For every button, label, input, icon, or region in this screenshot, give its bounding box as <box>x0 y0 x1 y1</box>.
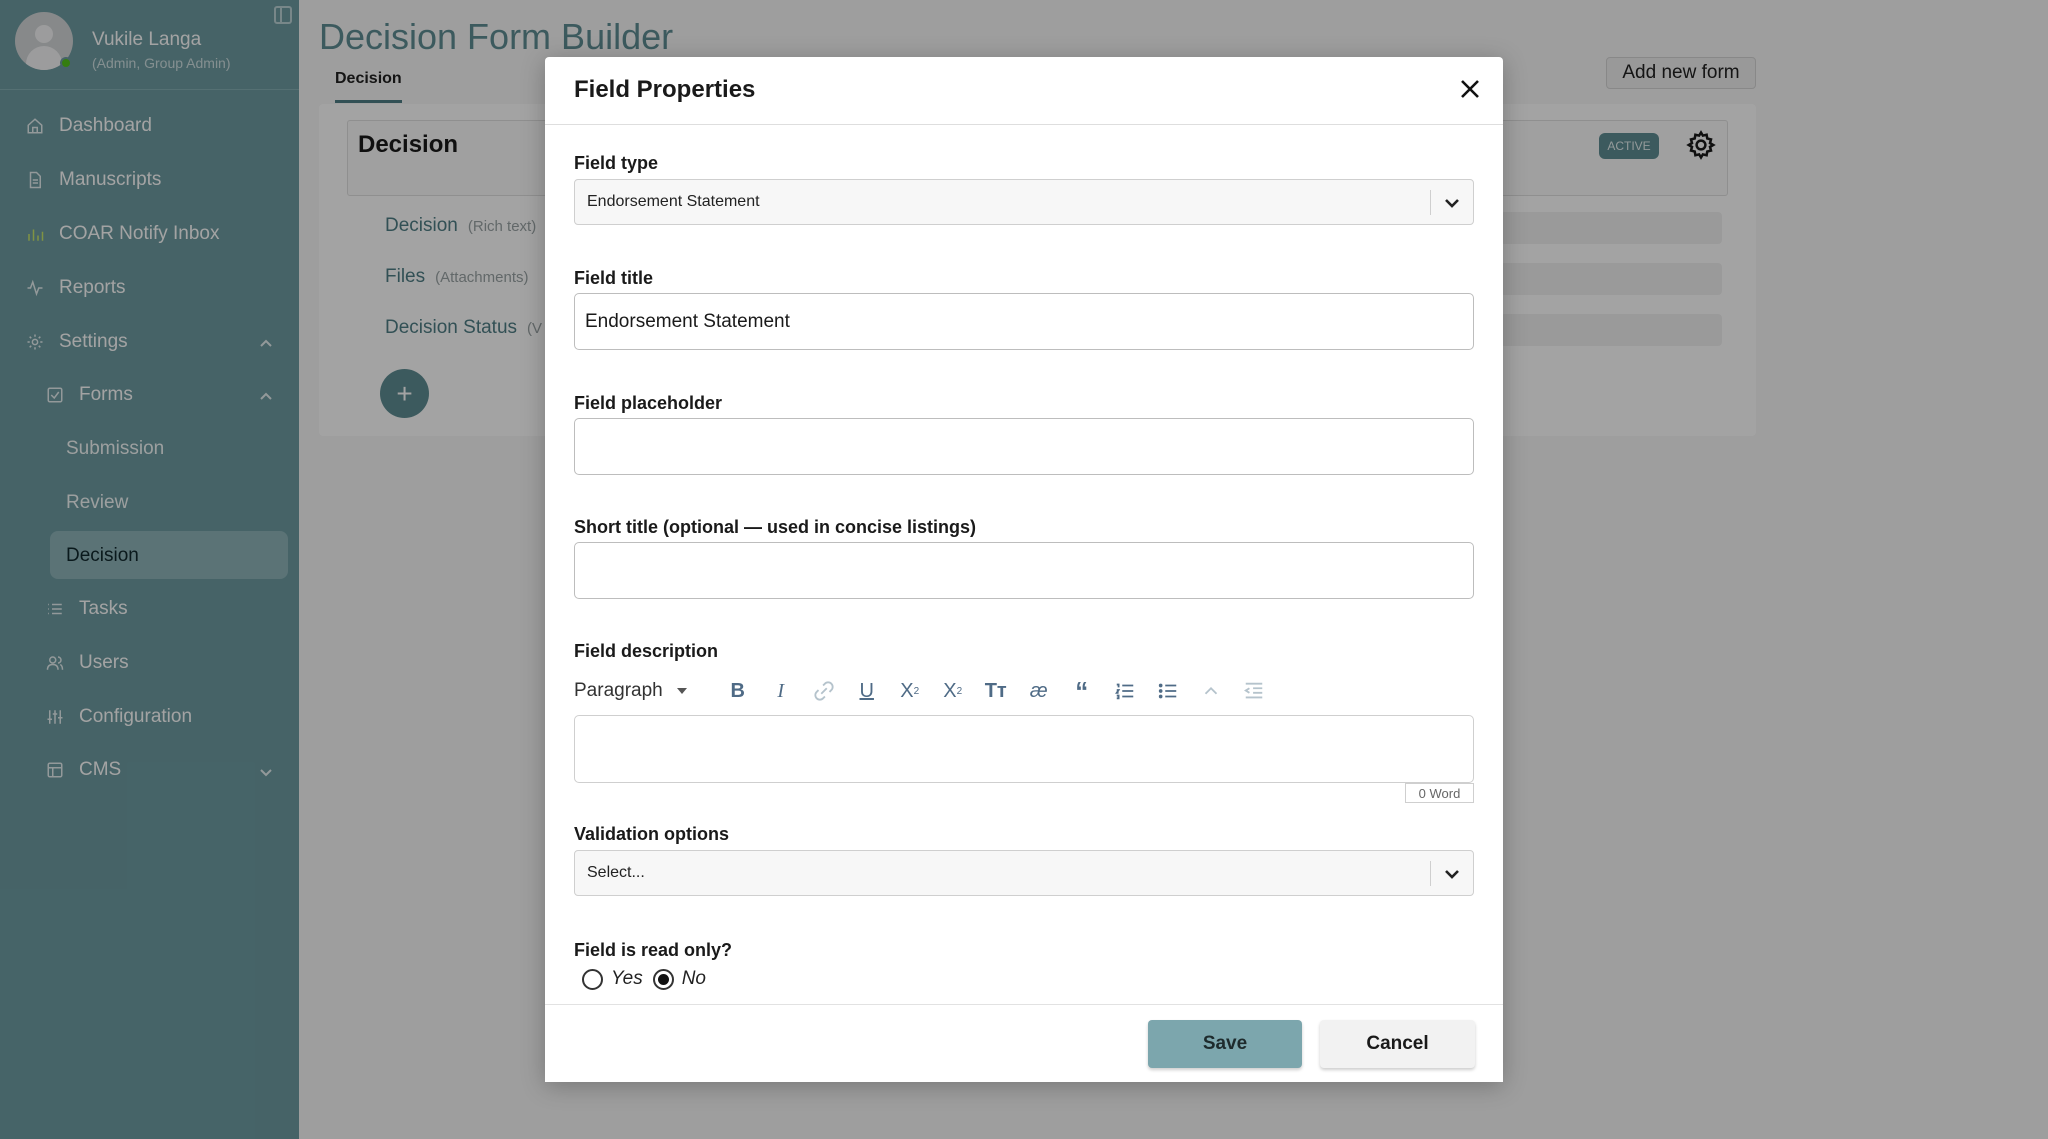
save-button[interactable]: Save <box>1148 1020 1302 1068</box>
cancel-button[interactable]: Cancel <box>1320 1020 1475 1068</box>
paragraph-style-select[interactable]: Paragraph <box>574 680 663 702</box>
field-type-value: Endorsement Statement <box>587 193 760 210</box>
field-description-label: Field description <box>574 641 719 661</box>
field-title-input[interactable] <box>574 293 1474 350</box>
read-only-yes-label[interactable]: Yes <box>611 968 643 990</box>
underline-icon[interactable]: U <box>854 678 880 704</box>
special-characters-icon[interactable]: æ <box>1026 678 1052 704</box>
field-title-label: Field title <box>574 268 654 288</box>
field-placeholder-label: Field placeholder <box>574 393 723 413</box>
link-icon[interactable] <box>811 678 837 704</box>
validation-options-value: Select... <box>587 864 645 881</box>
subscript-icon[interactable]: X2 <box>897 678 923 704</box>
short-title-input[interactable] <box>574 542 1474 599</box>
modal-title: Field Properties <box>574 76 756 103</box>
italic-icon[interactable]: I <box>768 678 794 704</box>
field-description-editor[interactable] <box>574 715 1474 783</box>
chevron-down-icon <box>1441 192 1463 214</box>
select-separator <box>1430 190 1431 215</box>
read-only-no-radio[interactable] <box>652 968 674 990</box>
read-only-radio-group: Yes No <box>582 968 716 990</box>
text-size-icon[interactable]: Tт <box>983 678 1009 704</box>
read-only-label: Field is read only? <box>574 940 733 960</box>
validation-options-select[interactable]: Select... <box>574 850 1474 896</box>
blockquote-icon[interactable]: “ <box>1069 676 1095 706</box>
read-only-yes-radio[interactable] <box>582 968 603 990</box>
numbered-list-icon[interactable] <box>1112 678 1138 704</box>
chevron-down-icon <box>1441 863 1463 885</box>
outdent-icon[interactable] <box>1241 678 1267 704</box>
read-only-no-label[interactable]: No <box>682 968 706 990</box>
close-icon[interactable] <box>1455 74 1485 104</box>
bold-icon[interactable]: B <box>725 678 751 704</box>
caret-down-icon[interactable] <box>676 688 687 694</box>
field-type-select[interactable]: Endorsement Statement <box>574 179 1474 225</box>
select-separator <box>1430 861 1431 886</box>
validation-options-label: Validation options <box>574 824 730 844</box>
field-placeholder-input[interactable] <box>574 418 1474 475</box>
superscript-icon[interactable]: X2 <box>940 678 966 704</box>
rich-text-toolbar: Paragraph B I U X2 X2 Tт æ “ <box>574 676 1314 706</box>
word-count: 0 Word <box>1405 783 1474 803</box>
field-type-label: Field type <box>574 153 659 173</box>
bullet-list-icon[interactable] <box>1155 678 1181 704</box>
short-title-label: Short title (optional — used in concise … <box>574 517 977 537</box>
chevron-up-icon[interactable] <box>1198 678 1224 704</box>
modal-header: Field Properties <box>545 57 1503 125</box>
